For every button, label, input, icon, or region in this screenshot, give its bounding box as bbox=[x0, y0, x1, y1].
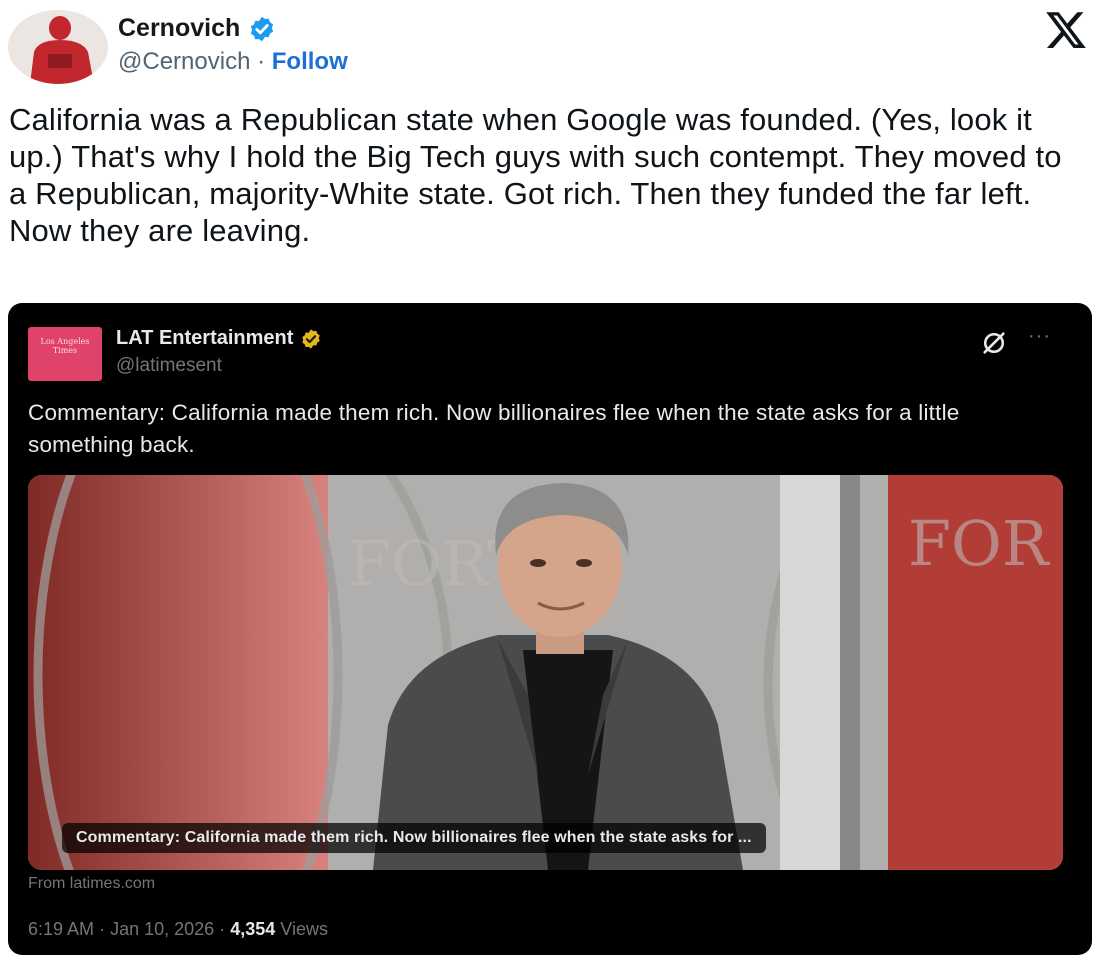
views-label: Views bbox=[280, 919, 328, 939]
link-card-source[interactable]: From latimes.com bbox=[28, 875, 155, 893]
tweet-text: California was a Republican state when G… bbox=[9, 102, 1062, 248]
quoted-logo-text: Los Angeles Times bbox=[40, 337, 90, 355]
quoted-time[interactable]: 6:19 AM bbox=[28, 919, 94, 939]
meta-separator: · bbox=[219, 919, 226, 939]
author-handle[interactable]: @Cernovich bbox=[118, 48, 250, 75]
avatar-image bbox=[8, 10, 108, 84]
meta-separator: · bbox=[99, 919, 106, 939]
follow-button[interactable]: Follow bbox=[272, 48, 348, 75]
quoted-tweet-meta: 6:19 AM · Jan 10, 2026 · 4,354 Views bbox=[28, 919, 328, 940]
x-logo-icon[interactable] bbox=[1044, 8, 1088, 52]
author-handle-row: @Cernovich · Follow bbox=[118, 48, 348, 76]
quoted-author-name-text: LAT Entertainment bbox=[116, 327, 294, 349]
svg-text:FOR: FOR bbox=[908, 507, 1051, 580]
author-avatar[interactable] bbox=[8, 10, 108, 84]
grok-icon[interactable] bbox=[980, 329, 1008, 357]
link-card-caption[interactable]: Commentary: California made them rich. N… bbox=[62, 823, 766, 853]
article-photo: FORT FOR bbox=[28, 475, 1063, 870]
verified-badge-icon bbox=[251, 16, 274, 41]
more-options-icon[interactable]: ··· bbox=[1028, 325, 1051, 348]
quoted-author-handle[interactable]: @latimesent bbox=[116, 355, 222, 377]
handle-separator: · bbox=[257, 48, 266, 75]
link-card-image[interactable]: FORT FOR Commentary: California made them… bbox=[28, 475, 1063, 870]
author-name-text: Cernovich bbox=[118, 14, 241, 42]
quoted-author-logo[interactable]: Los Angeles Times bbox=[28, 327, 102, 381]
quoted-date[interactable]: Jan 10, 2026 bbox=[110, 919, 214, 939]
quoted-tweet-card[interactable]: Los Angeles Times LAT Entertainment @lat… bbox=[8, 303, 1092, 955]
author-name[interactable]: Cernovich bbox=[118, 14, 276, 43]
quoted-tweet-text: Commentary: California made them rich. N… bbox=[28, 400, 960, 457]
views-count: 4,354 bbox=[230, 919, 276, 939]
quoted-author-name[interactable]: LAT Entertainment bbox=[116, 327, 322, 350]
gold-verified-badge-icon bbox=[302, 328, 321, 349]
